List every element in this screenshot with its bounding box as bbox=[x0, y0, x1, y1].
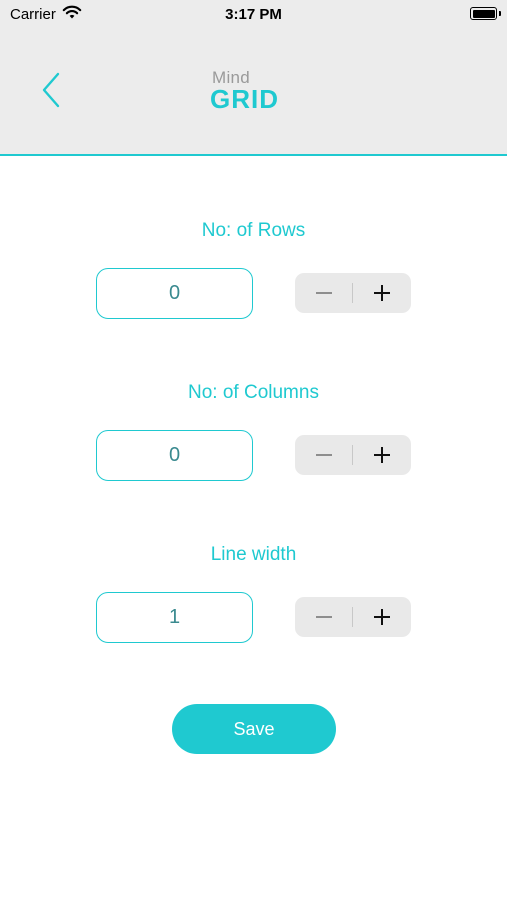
plus-icon bbox=[374, 285, 390, 301]
rows-increment-button[interactable] bbox=[353, 273, 411, 313]
rows-value-field[interactable]: 0 bbox=[96, 268, 253, 319]
line-width-value-field[interactable]: 1 bbox=[96, 592, 253, 643]
status-time: 3:17 PM bbox=[225, 6, 282, 23]
columns-increment-button[interactable] bbox=[353, 435, 411, 475]
status-bar: Carrier 3:17 PM bbox=[0, 0, 507, 30]
save-button[interactable]: Save bbox=[172, 704, 336, 754]
minus-icon bbox=[316, 616, 332, 618]
minus-icon bbox=[316, 292, 332, 294]
columns-stepper bbox=[295, 435, 411, 475]
line-width-stepper bbox=[295, 597, 411, 637]
line-width-decrement-button[interactable] bbox=[295, 597, 353, 637]
minus-icon bbox=[316, 454, 332, 456]
battery-icon bbox=[470, 7, 497, 20]
columns-decrement-button[interactable] bbox=[295, 435, 353, 475]
app-logo: Mind GRID bbox=[208, 68, 308, 114]
rows-stepper bbox=[295, 273, 411, 313]
plus-icon bbox=[374, 609, 390, 625]
rows-decrement-button[interactable] bbox=[295, 273, 353, 313]
columns-label: No: of Columns bbox=[188, 382, 319, 403]
plus-icon bbox=[374, 447, 390, 463]
logo-mind-text: Mind bbox=[212, 68, 251, 87]
nav-header: Mind GRID bbox=[0, 30, 507, 156]
svg-text:GRID: GRID bbox=[210, 86, 279, 112]
chevron-left-icon bbox=[42, 72, 60, 108]
line-width-increment-button[interactable] bbox=[353, 597, 411, 637]
line-width-label: Line width bbox=[210, 544, 297, 565]
columns-value-field[interactable]: 0 bbox=[96, 430, 253, 481]
battery-tip bbox=[499, 11, 501, 16]
back-button[interactable] bbox=[36, 68, 72, 112]
logo-grid-wordmark: GRID bbox=[210, 86, 279, 112]
rows-label: No: of Rows bbox=[201, 220, 306, 241]
